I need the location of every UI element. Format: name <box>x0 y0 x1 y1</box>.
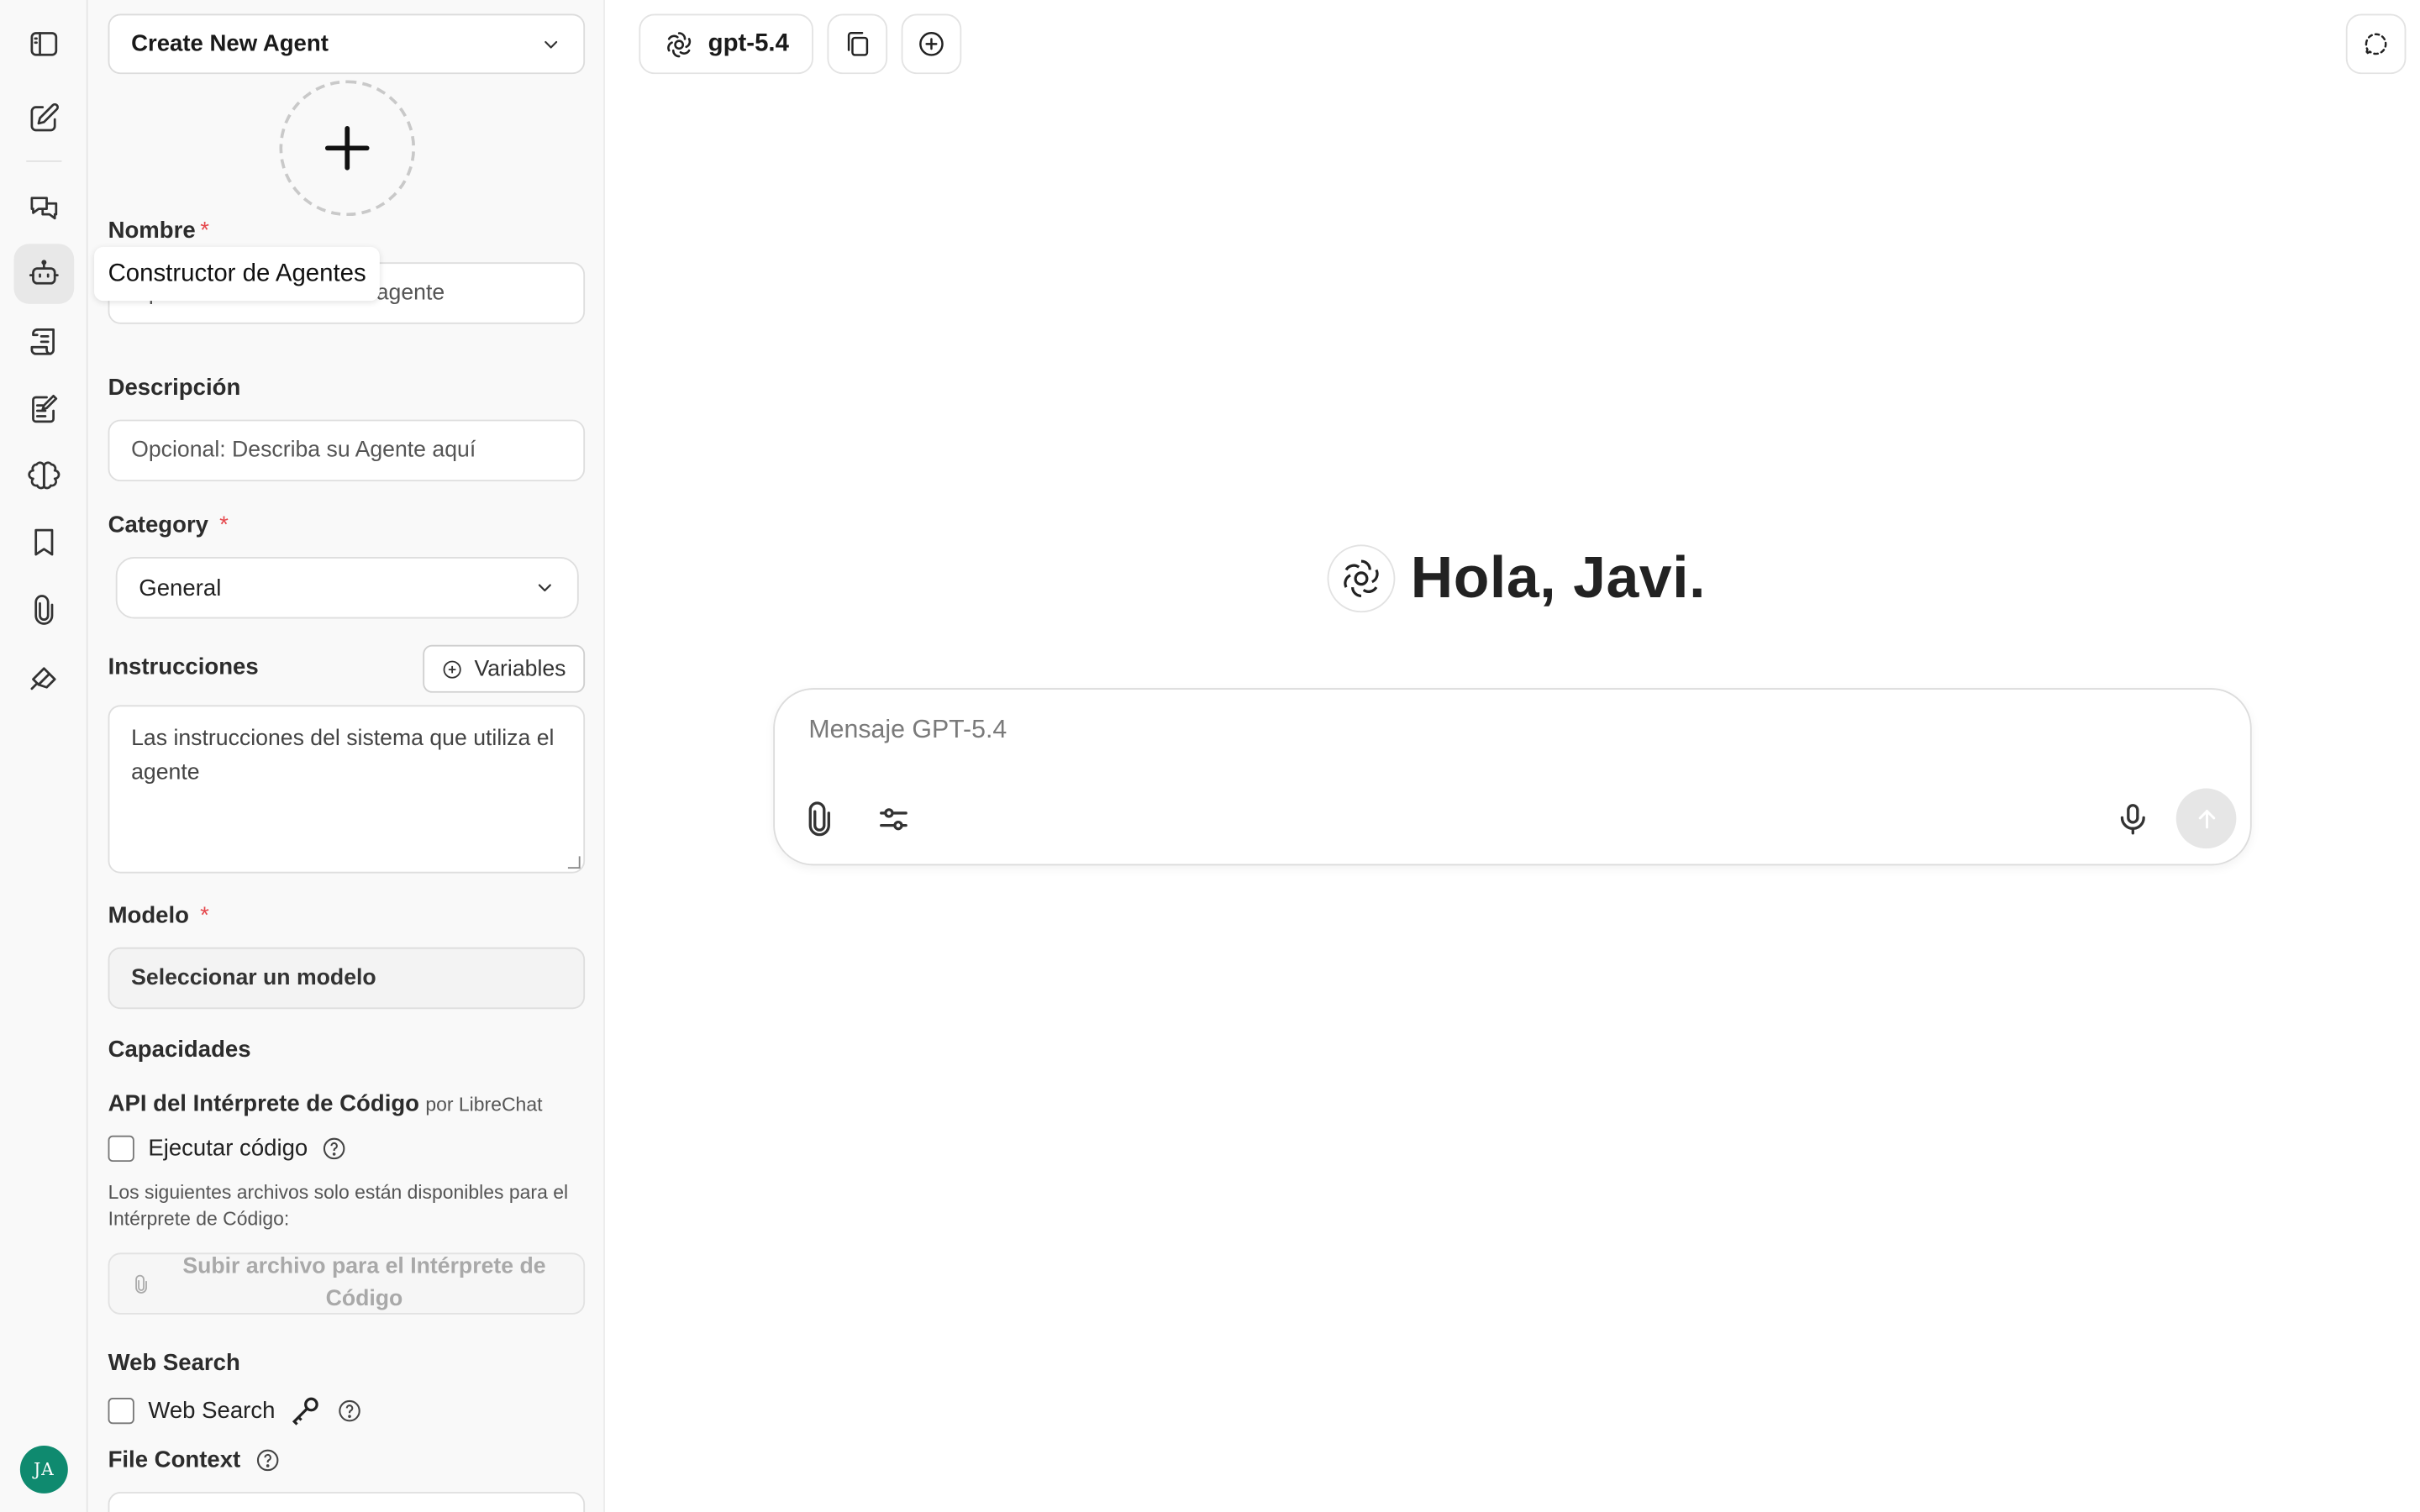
variables-label: Variables <box>474 656 566 681</box>
instructions-textarea[interactable]: Las instrucciones del sistema que utiliz… <box>108 705 586 874</box>
memories-button[interactable] <box>14 378 75 438</box>
agent-avatar-upload[interactable] <box>279 80 416 217</box>
category-value: General <box>139 575 222 601</box>
greeting: Hola, Javi. <box>1327 544 1707 613</box>
memories-icon <box>32 394 58 423</box>
model-select[interactable]: Seleccionar un modelo <box>108 947 586 1010</box>
bookmarks-button[interactable] <box>14 512 75 573</box>
resize-handle[interactable] <box>567 856 581 869</box>
upload-code-file-label: Subir archivo para el Intérprete de Códi… <box>182 1254 546 1312</box>
new-chat-icon <box>30 102 59 132</box>
run-code-label: Ejecutar código <box>148 1135 308 1163</box>
sidebar-toggle-icon <box>30 32 58 56</box>
message-composer: Mensaje GPT-5.4 <box>773 688 2252 866</box>
brain-icon <box>28 461 60 490</box>
app-root: JA Create New Agent Nombre* Opcional: El… <box>0 0 2420 1512</box>
paperclip-icon[interactable] <box>801 801 838 837</box>
bookmarks-icon <box>34 528 54 556</box>
file-context-label: File Context <box>108 1446 241 1474</box>
variables-button[interactable]: Variables <box>423 644 586 693</box>
attachments-icon <box>34 595 54 625</box>
agent-builder-panel: Create New Agent Nombre* Opcional: El no… <box>87 0 605 1512</box>
copy-button[interactable] <box>827 13 888 75</box>
greeting-text: Hola, Javi. <box>1410 545 1707 611</box>
web-search-label: Web Search <box>148 1397 276 1424</box>
tools-button[interactable] <box>14 647 75 707</box>
message-input[interactable]: Mensaje GPT-5.4 <box>808 716 1007 745</box>
paperclip-icon <box>135 1273 147 1293</box>
web-search-section-label: Web Search <box>108 1350 240 1377</box>
prompts-button[interactable] <box>14 312 75 372</box>
sidebar-toggle-button[interactable] <box>14 14 75 75</box>
brain-button[interactable] <box>14 446 75 507</box>
tools-icon <box>30 667 56 690</box>
help-icon[interactable] <box>337 1397 363 1423</box>
agent-select[interactable]: Create New Agent <box>108 13 586 75</box>
icon-rail: JA <box>0 0 88 1512</box>
name-label: Nombre * <box>108 217 209 244</box>
capabilities-label: Capacidades <box>108 1037 251 1063</box>
web-search-checkbox[interactable] <box>108 1397 134 1424</box>
model-name: gpt-5.4 <box>708 29 789 57</box>
openai-logo-icon <box>1344 559 1379 598</box>
user-avatar[interactable]: JA <box>19 1445 68 1494</box>
add-button[interactable] <box>901 13 962 75</box>
new-chat-button[interactable] <box>14 88 75 149</box>
arrow-up-icon <box>2197 809 2215 828</box>
tooltip: Constructor de Agentes <box>94 246 381 302</box>
model-logo <box>1327 544 1396 613</box>
upload-code-file-button[interactable]: Subir archivo para el Intérprete de Códi… <box>108 1252 586 1315</box>
chevron-down-icon <box>538 584 551 592</box>
plus-circle-icon <box>444 659 462 678</box>
chevron-down-icon <box>544 40 558 48</box>
help-icon[interactable] <box>255 1447 281 1473</box>
prompts-icon <box>30 328 55 355</box>
openai-logo-icon <box>666 31 691 57</box>
category-select[interactable]: General <box>115 557 579 619</box>
microphone-icon[interactable] <box>2114 801 2151 837</box>
attachments-button[interactable] <box>14 580 75 641</box>
web-search-row: Web Search <box>108 1394 364 1427</box>
description-input[interactable]: Opcional: Describa su Agente aquí <box>108 419 586 482</box>
copy-icon <box>847 32 869 56</box>
model-selector-button[interactable]: gpt-5.4 <box>639 13 813 75</box>
code-interpreter-label: API del Intérprete de Código por LibreCha… <box>108 1090 543 1117</box>
category-label: Category * <box>108 512 229 539</box>
rail-divider <box>26 160 62 162</box>
run-code-row: Ejecutar código <box>108 1135 348 1163</box>
run-code-checkbox[interactable] <box>108 1135 134 1163</box>
agent-builder-button[interactable] <box>13 244 75 304</box>
agent-select-label: Create New Agent <box>131 30 329 57</box>
settings-sliders-icon[interactable] <box>875 801 912 837</box>
description-label: Descripción <box>108 375 241 402</box>
send-button[interactable] <box>2175 788 2237 849</box>
code-files-note: Los siguientes archivos solo están dispo… <box>108 1181 569 1230</box>
agent-builder-icon <box>29 260 59 285</box>
plus-icon <box>324 126 370 171</box>
conversations-button[interactable] <box>14 177 75 238</box>
file-context-row: File Context <box>108 1447 281 1473</box>
instructions-label: Instrucciones <box>108 654 259 680</box>
key-icon[interactable] <box>289 1394 323 1427</box>
file-context-upload[interactable] <box>108 1492 586 1512</box>
dashed-bubble-icon <box>2365 33 2387 55</box>
model-label: Modelo * <box>108 902 209 929</box>
conversations-icon <box>30 197 58 220</box>
help-icon[interactable] <box>322 1136 348 1162</box>
plus-circle-icon <box>919 32 944 56</box>
temporary-chat-button[interactable] <box>2345 13 2407 75</box>
